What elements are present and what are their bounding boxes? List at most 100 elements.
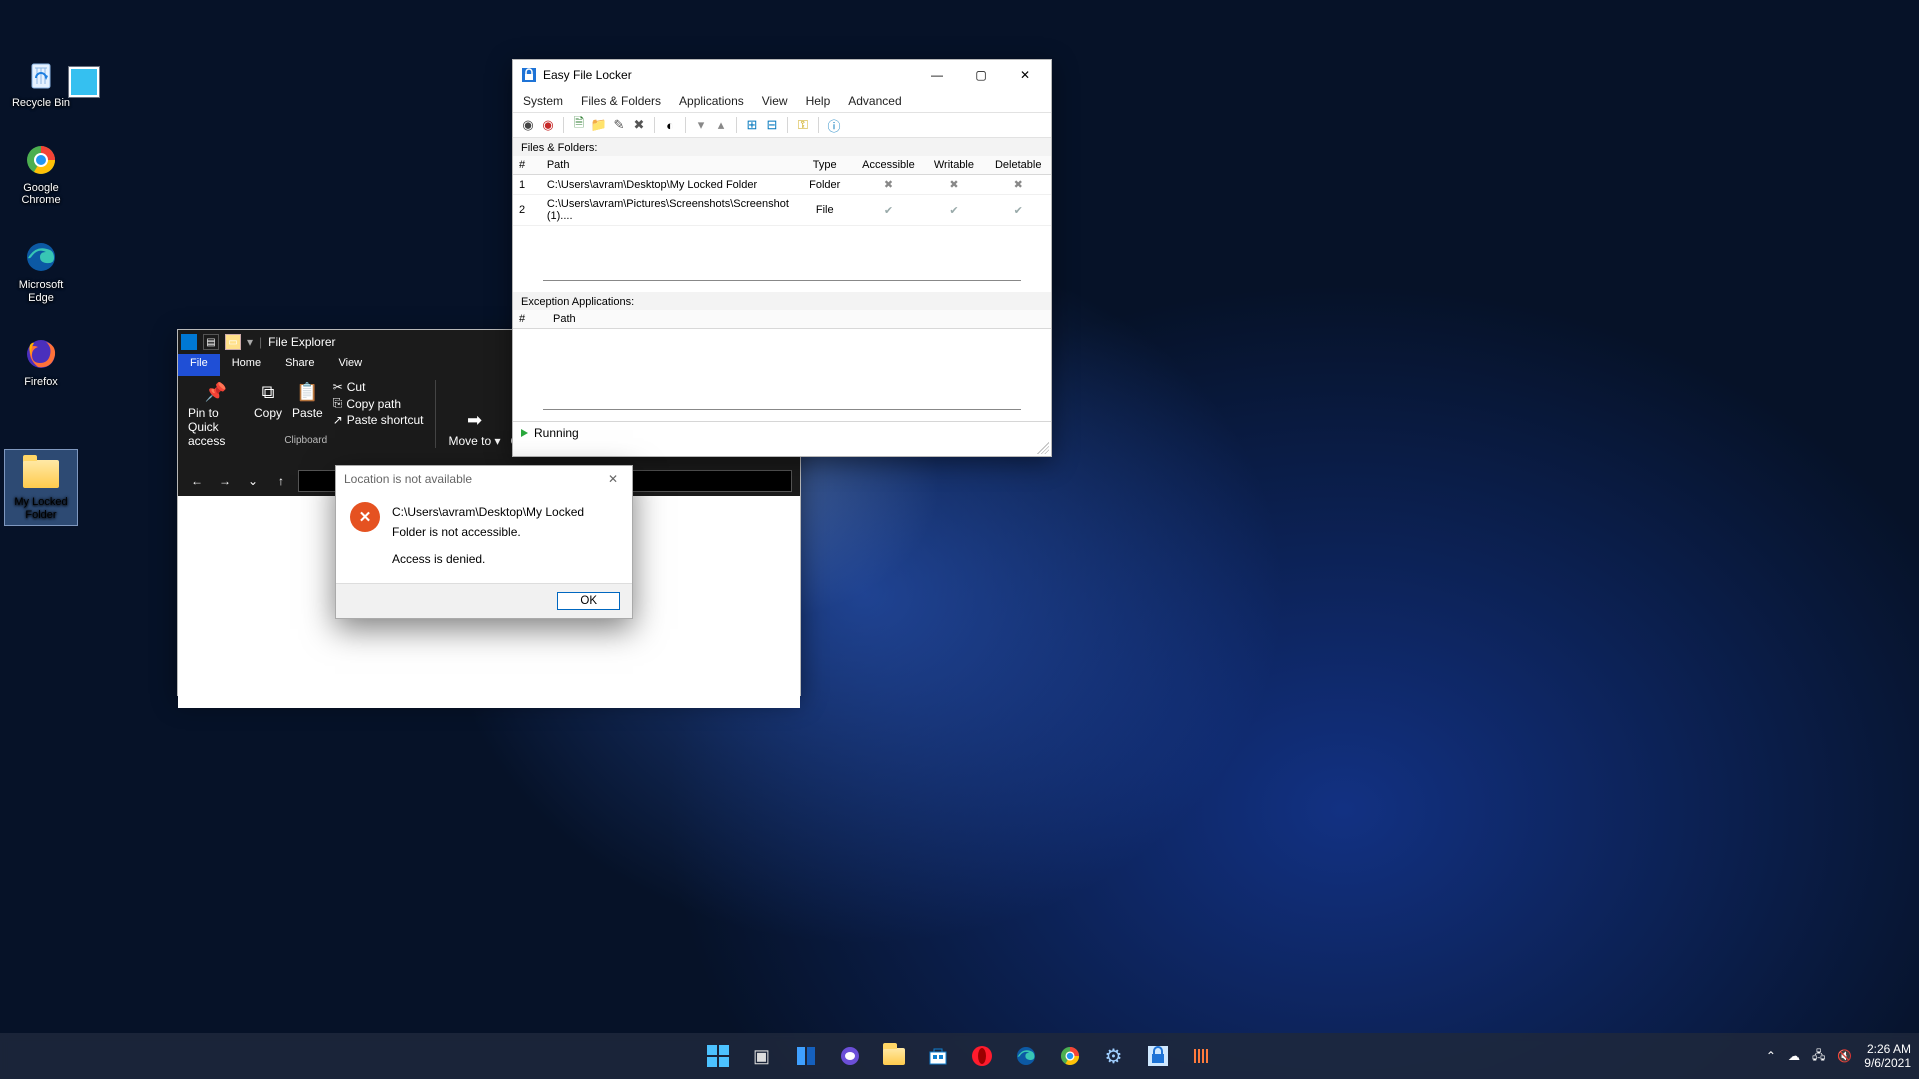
toolbar-remove-icon[interactable]: ✖ — [630, 116, 648, 134]
tray-chevron-icon[interactable]: ⌃ — [1766, 1049, 1776, 1063]
taskbar-store[interactable] — [919, 1037, 957, 1075]
desktop-icon-label: My Locked Folder — [5, 496, 77, 521]
desktop-icon-utility[interactable] — [69, 67, 99, 97]
desktop-icon-recycle-bin[interactable]: Recycle Bin — [5, 55, 77, 110]
nav-recent-button[interactable]: ⌄ — [242, 470, 264, 492]
easy-file-locker-window[interactable]: Easy File Locker — ▢ ✕ System Files & Fo… — [512, 59, 1052, 457]
col-num[interactable]: # — [513, 310, 547, 329]
file-explorer-title: File Explorer — [268, 335, 335, 349]
taskbar-opera[interactable] — [963, 1037, 1001, 1075]
toolbar-edit-icon[interactable]: ✎ — [610, 116, 628, 134]
menu-view[interactable]: View — [762, 94, 788, 108]
ribbon-label: Move to ▾ — [448, 434, 500, 448]
taskbar-chrome[interactable] — [1051, 1037, 1089, 1075]
tab-file[interactable]: File — [178, 354, 220, 376]
menu-advanced[interactable]: Advanced — [848, 94, 901, 108]
desktop-icon-firefox[interactable]: Firefox — [5, 334, 77, 389]
taskbar-taskview[interactable]: ▣ — [743, 1037, 781, 1075]
dialog-close-button[interactable]: ✕ — [598, 467, 628, 491]
cell-num: 1 — [513, 175, 541, 195]
toolbar-stop-icon[interactable]: ◉ — [539, 116, 557, 134]
ribbon-copy-button[interactable]: ⧉Copy — [254, 380, 282, 448]
dialog-ok-button[interactable]: OK — [557, 592, 620, 610]
chrome-icon — [21, 140, 61, 180]
toolbar-contrast-icon[interactable]: ◐ — [661, 116, 679, 134]
cell-path: C:\Users\avram\Pictures\Screenshots\Scre… — [541, 195, 795, 226]
ribbon-copypath-button[interactable]: ⎘Copy path — [333, 396, 424, 411]
cell-path: C:\Users\avram\Desktop\My Locked Folder — [541, 175, 795, 195]
efl-status-text: Running — [534, 426, 579, 440]
taskbar-efl[interactable] — [1139, 1037, 1177, 1075]
desktop-icon-locked-folder[interactable]: My Locked Folder — [5, 450, 77, 525]
maximize-button[interactable]: ▢ — [959, 61, 1003, 89]
efl-titlebar[interactable]: Easy File Locker — ▢ ✕ — [513, 60, 1051, 90]
table-row[interactable]: 1 C:\Users\avram\Desktop\My Locked Folde… — [513, 175, 1051, 195]
tab-share[interactable]: Share — [273, 354, 326, 376]
dialog-titlebar[interactable]: Location is not available ✕ — [336, 466, 632, 492]
ribbon-pin-button[interactable]: 📌Pin to Quick access — [188, 380, 244, 448]
dialog-line2: Access is denied. — [392, 549, 618, 569]
resize-grip[interactable] — [1037, 442, 1049, 454]
table-header-row: # Path — [513, 310, 1051, 329]
col-path[interactable]: Path — [541, 156, 795, 175]
cell-writable: ✔ — [922, 195, 985, 226]
toolbar-add-folder-icon[interactable]: 📁 — [590, 116, 608, 134]
toolbar-key-icon[interactable]: ⚿ — [794, 116, 812, 134]
taskbar-widgets[interactable] — [787, 1037, 825, 1075]
menu-applications[interactable]: Applications — [679, 94, 744, 108]
taskbar-chat[interactable] — [831, 1037, 869, 1075]
menu-system[interactable]: System — [523, 94, 563, 108]
taskbar-edge[interactable] — [1007, 1037, 1045, 1075]
efl-section-except: Exception Applications: — [513, 292, 1051, 310]
taskbar-explorer[interactable] — [875, 1037, 913, 1075]
nav-forward-button[interactable]: → — [214, 470, 236, 492]
efl-app-icon — [521, 67, 537, 83]
menu-files-folders[interactable]: Files & Folders — [581, 94, 661, 108]
menu-help[interactable]: Help — [806, 94, 831, 108]
tab-view[interactable]: View — [326, 354, 374, 376]
toolbar-up-icon[interactable]: ▴ — [712, 116, 730, 134]
col-writable[interactable]: Writable — [922, 156, 985, 175]
paste-icon: 📋 — [294, 380, 320, 404]
col-num[interactable]: # — [513, 156, 541, 175]
error-dialog[interactable]: Location is not available ✕ ✕ C:\Users\a… — [335, 465, 633, 619]
close-button[interactable]: ✕ — [1003, 61, 1047, 89]
edge-icon — [21, 237, 61, 277]
toolbar-down-icon[interactable]: ▾ — [692, 116, 710, 134]
toolbar-info-icon[interactable]: ⓘ — [825, 116, 843, 134]
tray-volume-icon[interactable]: 🔇 — [1837, 1049, 1852, 1063]
dialog-button-row: OK — [336, 583, 632, 618]
desktop-icon-edge[interactable]: Microsoft Edge — [5, 237, 77, 304]
ribbon-cut-button[interactable]: ✂Cut — [333, 380, 424, 394]
tab-home[interactable]: Home — [220, 354, 273, 376]
col-type[interactable]: Type — [795, 156, 855, 175]
tray-clock[interactable]: 2:26 AM 9/6/2021 — [1864, 1042, 1911, 1071]
col-deletable[interactable]: Deletable — [985, 156, 1051, 175]
toolbar-app-add-icon[interactable]: ⊞ — [743, 116, 761, 134]
toolbar-start-icon[interactable]: ◉ — [519, 116, 537, 134]
ribbon-moveto-button[interactable]: ➡ Move to ▾ — [448, 408, 500, 448]
qat-dropdown-icon[interactable]: ▾ — [247, 335, 253, 349]
col-path[interactable]: Path — [547, 310, 1051, 329]
efl-files-scrollbar[interactable] — [543, 280, 1021, 290]
ribbon-label: Pin to Quick access — [188, 406, 244, 448]
ribbon-pasteshortcut-button[interactable]: ↗Paste shortcut — [333, 413, 424, 427]
desktop-icon-chrome[interactable]: Google Chrome — [5, 140, 77, 207]
toolbar-add-file-icon[interactable]: 🗎 — [570, 116, 588, 134]
moveto-icon: ➡ — [462, 408, 488, 432]
toolbar-app-remove-icon[interactable]: ⊟ — [763, 116, 781, 134]
tray-onedrive-icon[interactable]: ☁ — [1788, 1049, 1800, 1063]
tray-network-icon[interactable]: 🖧 — [1812, 1046, 1825, 1067]
start-button[interactable] — [699, 1037, 737, 1075]
efl-except-scrollbar[interactable] — [543, 409, 1021, 419]
taskbar-app[interactable] — [1183, 1037, 1221, 1075]
minimize-button[interactable]: — — [915, 61, 959, 89]
col-accessible[interactable]: Accessible — [855, 156, 923, 175]
copypath-icon: ⎘ — [333, 396, 343, 411]
qat-properties-icon[interactable]: ▤ — [203, 334, 219, 350]
table-row[interactable]: 2 C:\Users\avram\Pictures\Screenshots\Sc… — [513, 195, 1051, 226]
nav-back-button[interactable]: ← — [186, 470, 208, 492]
taskbar-settings[interactable]: ⚙ — [1095, 1037, 1133, 1075]
qat-new-folder-icon[interactable]: ▭ — [225, 334, 241, 350]
nav-up-button[interactable]: ↑ — [270, 470, 292, 492]
